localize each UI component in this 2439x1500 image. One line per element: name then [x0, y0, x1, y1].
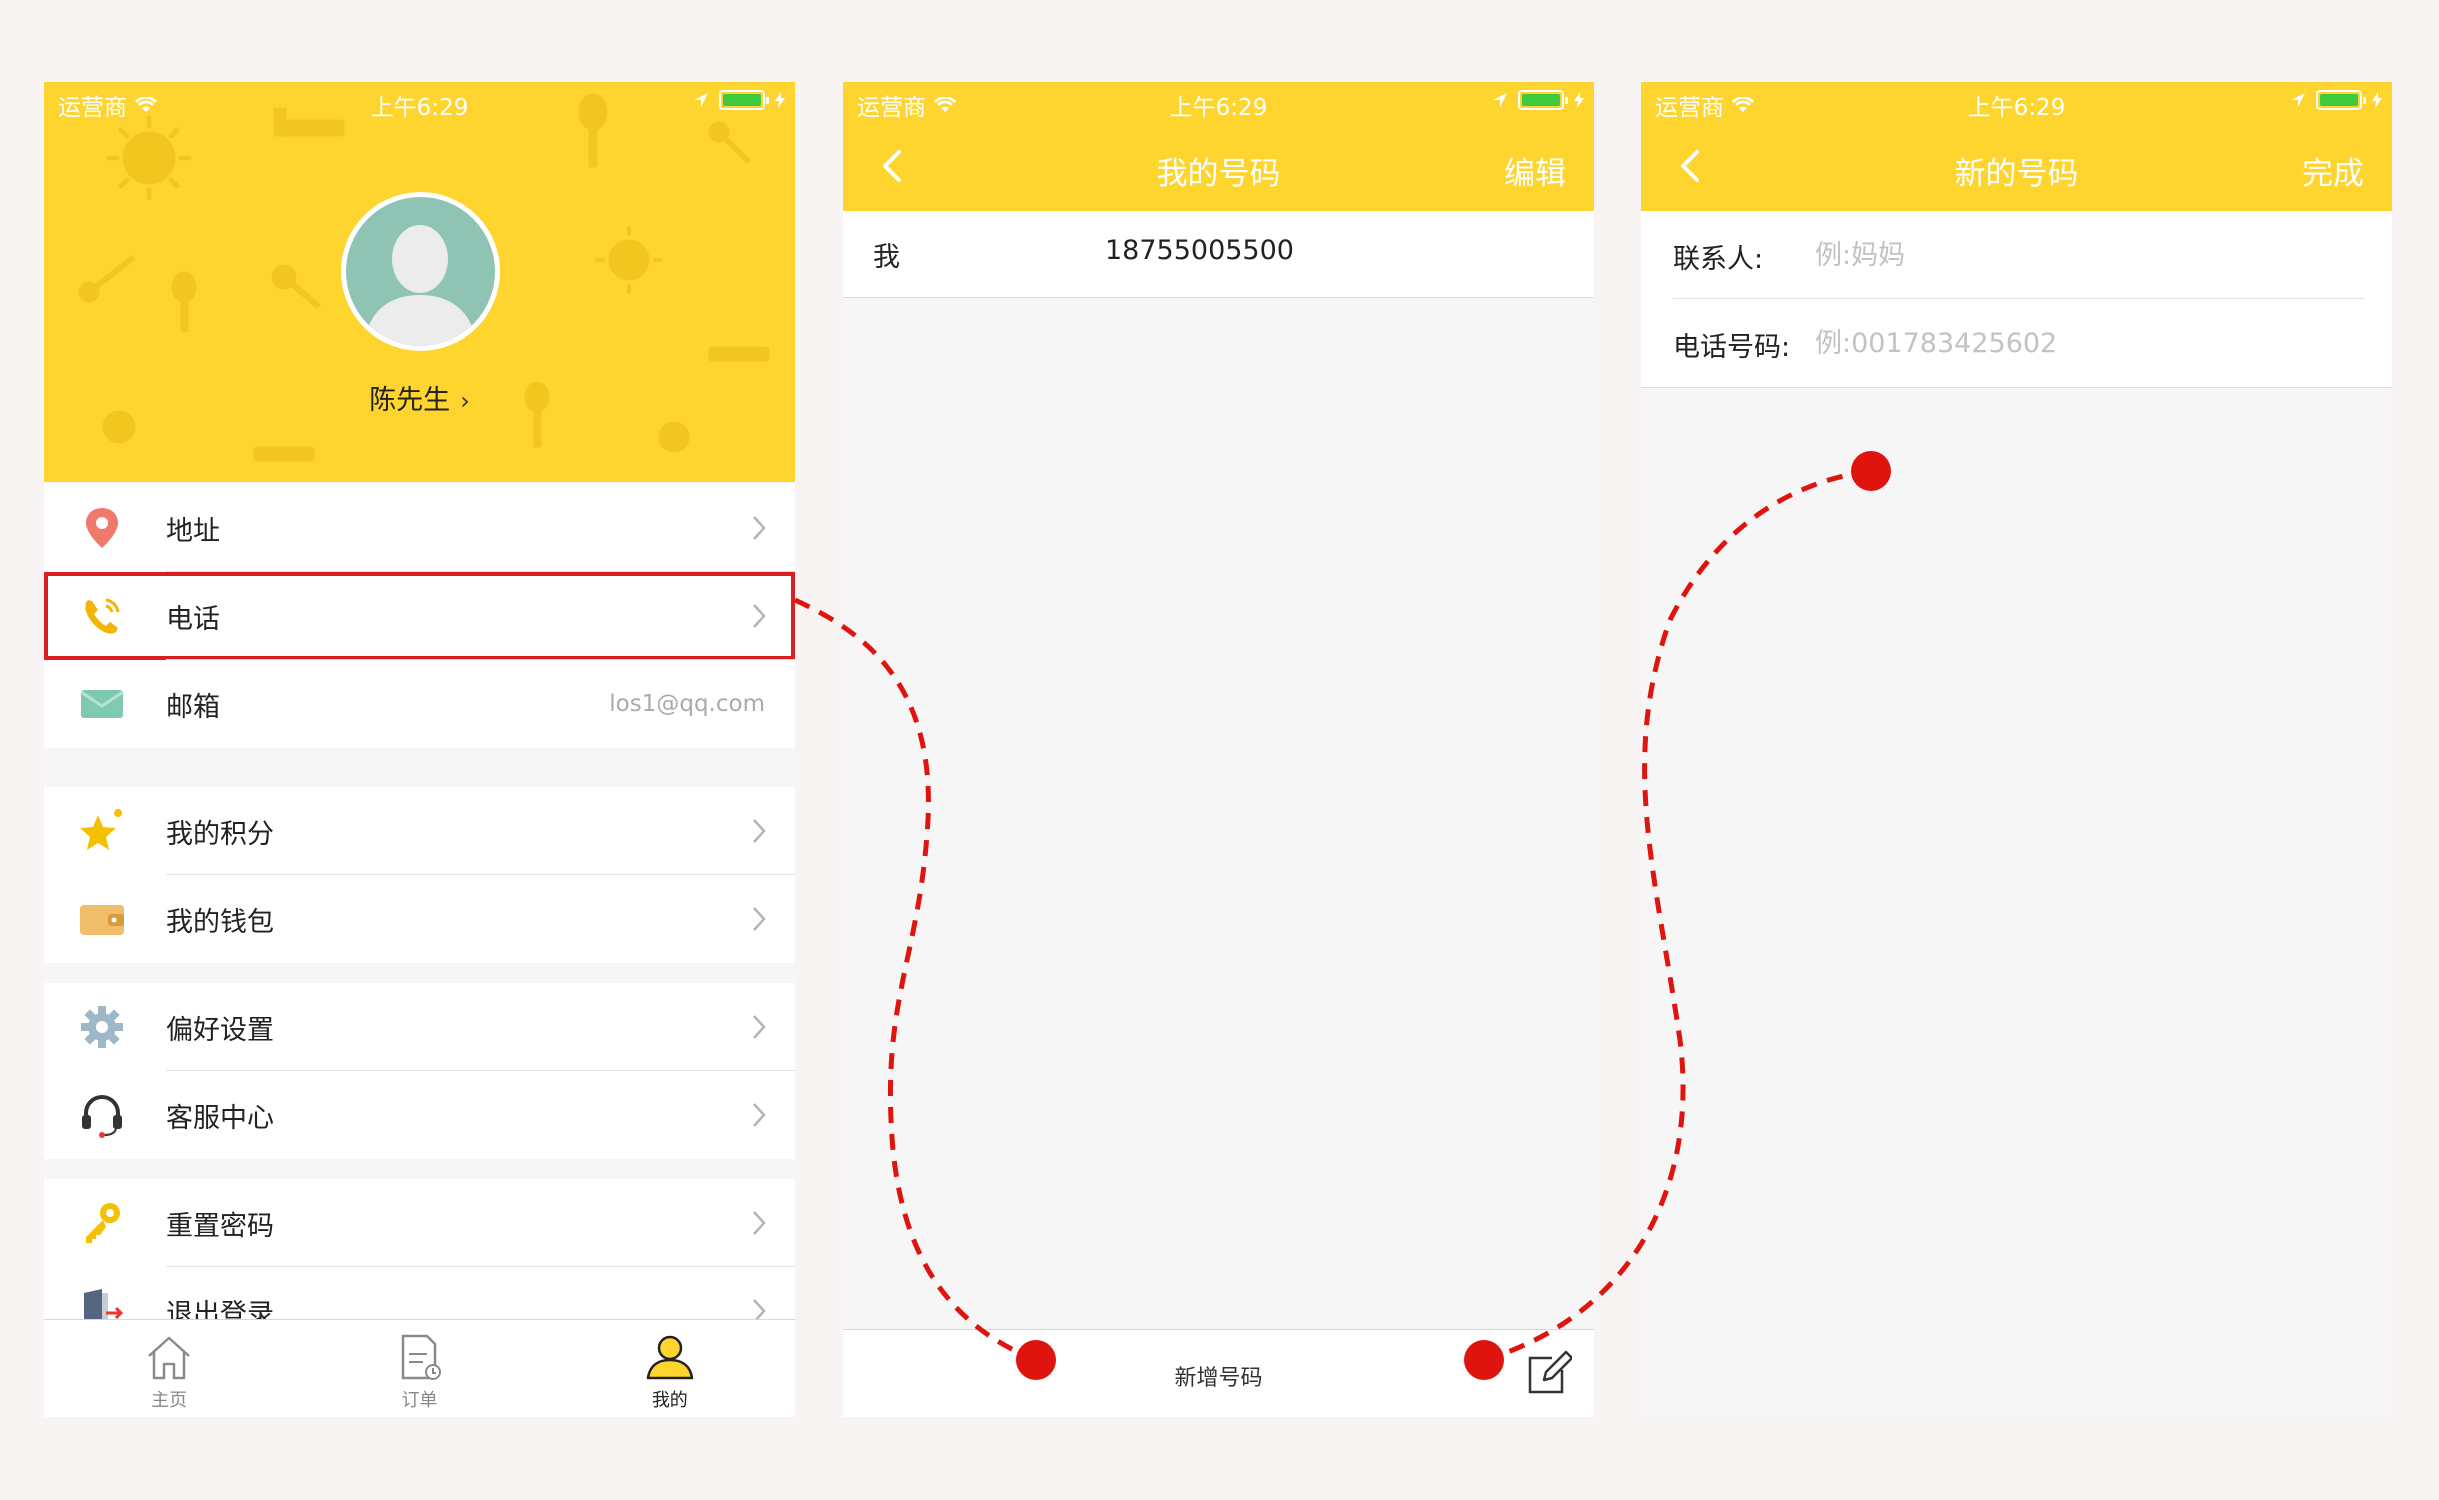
contact-name-label: 联系人: [1673, 244, 1764, 275]
account-group: 我的积分 我的钱包 [44, 787, 795, 963]
contact-name: 我 [873, 242, 900, 273]
list-item-points[interactable]: 我的积分 [44, 787, 795, 875]
profile-screen: 陈先生 › 运营商 上午6:29 地址 电话 邮箱 los1@qq.com 我的… [44, 82, 795, 1417]
home-icon [148, 1336, 190, 1380]
list-item-wallet[interactable]: 我的钱包 [44, 875, 795, 963]
location-arrow-icon [694, 93, 708, 107]
tab-mine[interactable]: 我的 [545, 1320, 795, 1417]
battery-icon [719, 90, 769, 110]
list-item-label: 我的钱包 [166, 906, 274, 938]
list-item-label: 偏好设置 [166, 1014, 274, 1046]
charging-bolt-icon [1574, 92, 1584, 108]
location-pin-icon [86, 508, 118, 548]
contact-number: 18755005500 [1105, 235, 1294, 266]
add-number-button[interactable]: 新增号码 [843, 1360, 1594, 1392]
profile-header: 陈先生 › [44, 82, 795, 482]
chevron-right-icon [753, 1211, 766, 1235]
done-button[interactable]: 完成 [2302, 148, 2364, 193]
list-item-label: 重置密码 [166, 1210, 274, 1242]
contact-number-row[interactable]: 我 18755005500 [843, 211, 1594, 298]
phone-number-input[interactable] [1815, 319, 2355, 367]
chevron-right-icon [753, 1103, 766, 1127]
tab-orders[interactable]: 订单 [294, 1320, 544, 1417]
chevron-right-icon [753, 604, 766, 628]
contact-name-input[interactable] [1815, 231, 2355, 279]
highlight-box [44, 572, 795, 660]
username: 陈先生 [369, 385, 451, 416]
list-item-label: 我的积分 [166, 818, 274, 850]
list-item-email[interactable]: 邮箱 los1@qq.com [44, 660, 795, 748]
email-value: los1@qq.com [609, 691, 765, 717]
phone-number-row: 电话号码: [1641, 299, 2392, 387]
edit-button[interactable]: 编辑 [1504, 148, 1566, 193]
tab-home[interactable]: 主页 [44, 1320, 294, 1417]
gear-icon [81, 1006, 123, 1048]
contact-info-group: 地址 电话 邮箱 los1@qq.com [44, 484, 795, 748]
location-arrow-icon [1493, 93, 1507, 107]
wallet-icon [80, 905, 124, 935]
chevron-right-icon [753, 1015, 766, 1039]
list-item-customer-service[interactable]: 客服中心 [44, 1071, 795, 1159]
status-time: 上午6:29 [1169, 95, 1268, 121]
list-item-label: 电话 [166, 603, 220, 635]
charging-bolt-icon [2372, 92, 2382, 108]
battery-icon [1518, 90, 1568, 110]
status-bar: 运营商 上午6:29 [1641, 82, 2392, 124]
list-item-label: 客服中心 [166, 1102, 274, 1134]
my-numbers-screen: 我的号码 编辑 运营商 上午6:29 我 18755005500 新增号码 [843, 82, 1594, 1417]
chevron-right-icon [753, 819, 766, 843]
chevron-right-icon: › [460, 387, 470, 415]
chevron-right-icon [753, 907, 766, 931]
charging-bolt-icon [775, 92, 785, 108]
status-time: 上午6:29 [370, 95, 469, 121]
new-number-form: 联系人: 电话号码: [1641, 211, 2392, 388]
key-icon [86, 1203, 120, 1243]
list-item-preferences[interactable]: 偏好设置 [44, 983, 795, 1071]
star-icon [80, 809, 122, 850]
list-item-reset-password[interactable]: 重置密码 [44, 1179, 795, 1267]
compose-edit-icon[interactable] [1522, 1348, 1572, 1398]
avatar[interactable] [341, 192, 500, 351]
tab-label: 主页 [151, 1390, 188, 1411]
page-title: 我的号码 [1156, 156, 1281, 192]
chevron-right-icon [753, 516, 766, 540]
order-document-icon [402, 1334, 442, 1380]
contact-name-row: 联系人: [1641, 211, 2392, 299]
headset-icon [82, 1095, 122, 1138]
status-bar: 运营商 上午6:29 [44, 82, 795, 124]
new-number-screen: 新的号码 完成 运营商 上午6:29 联系人: 电话号码: [1641, 82, 2392, 1417]
phone-number-label: 电话号码: [1673, 332, 1791, 363]
tab-label: 我的 [651, 1390, 688, 1411]
username-link[interactable]: 陈先生 › [44, 378, 795, 417]
status-time: 上午6:29 [1967, 95, 2066, 121]
list-item-label: 地址 [166, 515, 220, 547]
list-item-address[interactable]: 地址 [44, 484, 795, 572]
status-bar: 运营商 上午6:29 [843, 82, 1594, 124]
phone-icon [85, 598, 120, 634]
location-arrow-icon [2291, 93, 2305, 107]
tab-label: 订单 [401, 1390, 438, 1411]
page-title: 新的号码 [1954, 156, 2079, 192]
tab-bar: 主页 订单 我的 [44, 1319, 795, 1417]
user-icon [646, 1335, 694, 1380]
bottom-bar: 新增号码 [843, 1329, 1594, 1417]
list-item-label: 邮箱 [166, 691, 220, 723]
battery-icon [2316, 90, 2366, 110]
settings-group: 偏好设置 客服中心 [44, 983, 795, 1159]
user-avatar-icon [364, 225, 477, 346]
list-item-phone[interactable]: 电话 [44, 572, 795, 660]
mail-icon [80, 690, 124, 718]
